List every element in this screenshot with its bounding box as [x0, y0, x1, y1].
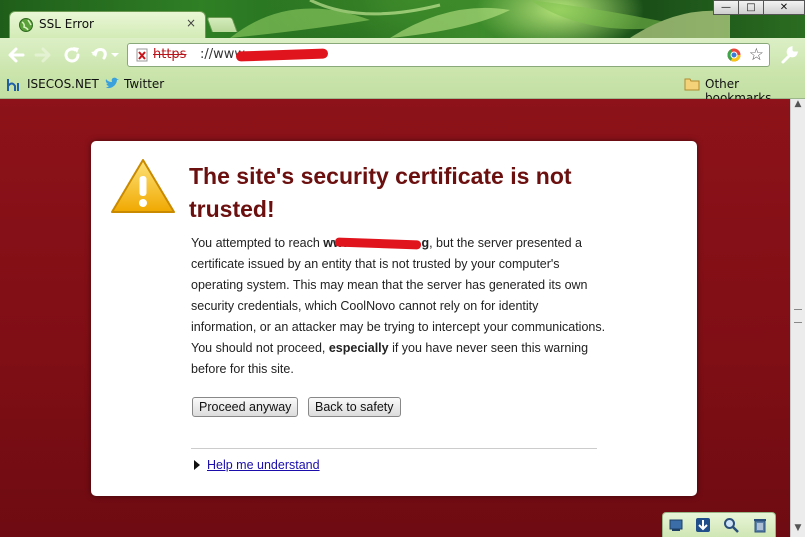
isecos-icon	[7, 79, 19, 91]
maximize-button[interactable]: □	[738, 0, 764, 15]
close-tab-icon[interactable]: ×	[186, 16, 196, 30]
bookmark-isecos[interactable]: ISECOS.NET	[27, 77, 99, 91]
twitter-bird-icon	[105, 77, 119, 89]
help-me-understand-link[interactable]: Help me understand	[207, 458, 320, 472]
scroll-up-arrow-icon[interactable]: ▲	[791, 99, 805, 113]
chevron-down-icon[interactable]	[110, 44, 120, 66]
host-suffix: g	[421, 236, 430, 250]
body-emphasis: especially	[328, 341, 389, 355]
back-to-safety-button[interactable]: Back to safety	[308, 397, 401, 417]
minimize-button[interactable]: —	[713, 0, 739, 15]
body-prefix: You attempted to reach	[191, 236, 324, 250]
search-icon[interactable]	[723, 517, 739, 533]
page-title: The site's security certificate is not t…	[189, 163, 572, 222]
redaction-mark	[235, 48, 329, 62]
coolnovo-logo-icon[interactable]	[727, 48, 741, 62]
tab-ssl-error[interactable]: SSL Error ×	[9, 11, 206, 38]
back-arrow-icon[interactable]	[5, 44, 27, 66]
proceed-anyway-button[interactable]: Proceed anyway	[192, 397, 299, 417]
theme-leaf-decoration	[230, 0, 730, 38]
forward-arrow-icon[interactable]	[32, 44, 54, 66]
bookmarks-bar: ISECOS.NET Twitter Other bookmarks	[0, 71, 805, 105]
url-scheme: https	[153, 47, 187, 62]
new-tab-button[interactable]	[206, 17, 238, 32]
wrench-menu-icon[interactable]	[779, 45, 799, 65]
close-window-button[interactable]: ✕	[763, 0, 805, 15]
bookmark-twitter[interactable]: Twitter	[124, 77, 164, 91]
trash-icon[interactable]	[752, 517, 768, 533]
vertical-scrollbar[interactable]: ▲ ▼	[790, 99, 805, 537]
folder-icon	[684, 78, 700, 91]
download-icon[interactable]	[695, 517, 711, 533]
bookmark-star-icon[interactable]: ☆	[749, 45, 764, 65]
globe-icon	[19, 18, 33, 32]
screen-capture-icon[interactable]	[668, 517, 684, 533]
extension-bar	[662, 512, 776, 537]
tab-title: SSL Error	[39, 17, 94, 31]
scrollbar-grip[interactable]	[794, 309, 802, 323]
address-bar[interactable]: https ://www. ☆	[127, 43, 770, 67]
reload-icon[interactable]	[61, 44, 83, 66]
undo-close-tab-icon[interactable]	[89, 44, 111, 66]
scroll-down-arrow-icon[interactable]: ▼	[791, 523, 805, 537]
divider	[191, 448, 597, 449]
tab-strip: SSL Error × — □ ✕	[0, 0, 805, 38]
warning-description: You attempted to reach www.g, but the se…	[191, 233, 606, 380]
broken-lock-icon	[136, 48, 148, 62]
warning-triangle-icon	[111, 159, 175, 213]
expand-triangle-icon[interactable]	[194, 460, 200, 470]
body-middle: , but the server presented a certificate…	[191, 236, 606, 355]
